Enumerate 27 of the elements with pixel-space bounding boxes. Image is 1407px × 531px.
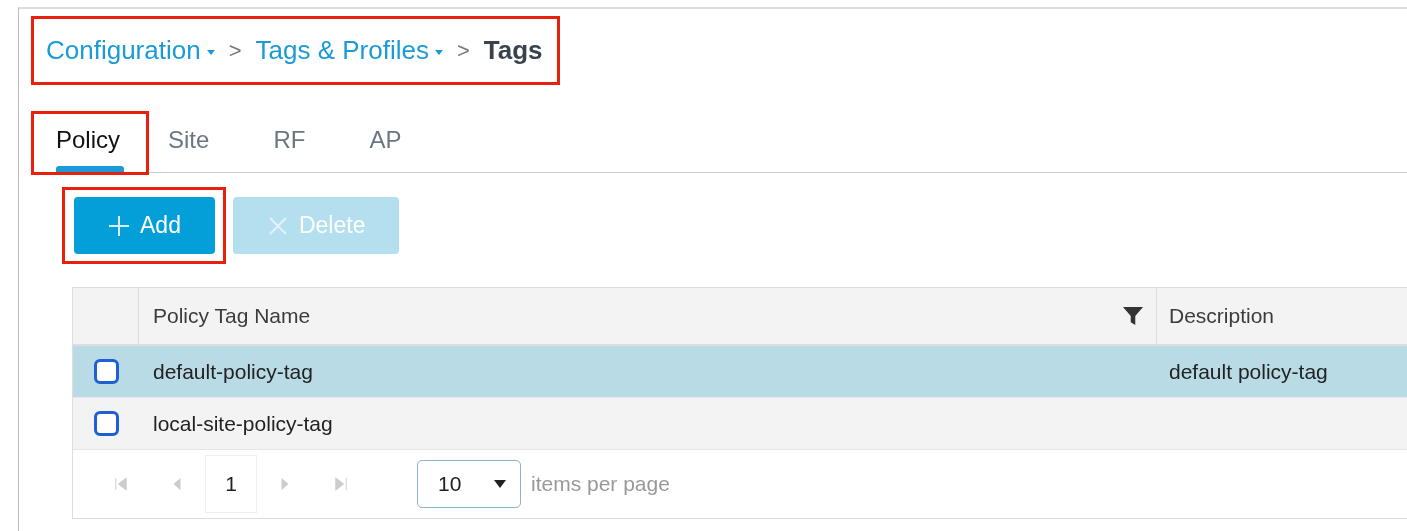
tab[interactable]: Policy [34,114,143,172]
row-checkbox[interactable] [93,411,119,436]
table-row[interactable]: default-policy-tag default policy-tag [73,346,1407,398]
table-cell-text: default policy-tag [1169,358,1328,385]
page-number[interactable]: 1 [205,455,257,513]
row-checkbox[interactable] [93,359,119,384]
column-header[interactable]: Policy Tag Name [139,288,1157,344]
breadcrumb-separator: > [456,37,470,65]
table-row[interactable]: local-site-policy-tag [73,398,1407,450]
tab[interactable]: Site [146,114,232,172]
items-per-page-label: items per page [531,471,670,498]
table-cell-text: local-site-policy-tag [153,410,333,437]
column-header[interactable]: Description [1157,288,1407,344]
dropdown-arrow-icon [494,480,506,488]
plus-icon [108,214,130,237]
filter-icon [1122,306,1144,326]
table-cell-text: default-policy-tag [153,358,313,385]
close-icon [266,214,289,237]
breadcrumb-current: Tags [483,34,543,67]
page-size-select[interactable]: 10 [417,460,521,508]
caret-icon [206,49,215,55]
tab[interactable]: AP [347,114,424,172]
breadcrumb-separator: > [228,37,242,65]
last-page-icon [334,476,348,492]
first-page-icon [114,476,128,492]
tab[interactable]: RF [251,114,328,172]
caret-icon [434,49,443,55]
